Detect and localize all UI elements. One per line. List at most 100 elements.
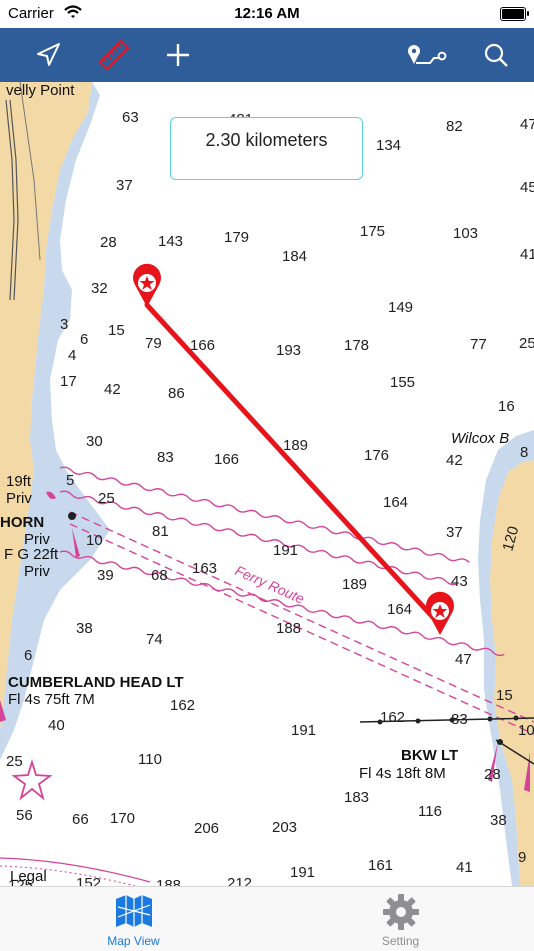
- sounding: 163: [192, 560, 217, 577]
- sounding: 149: [388, 299, 413, 316]
- route-icon: [408, 45, 447, 64]
- sounding: 25: [6, 753, 23, 770]
- cumberland-light-label: Fl 4s 75ft 7M: [8, 691, 95, 708]
- sounding: 143: [158, 233, 183, 250]
- sounding: 191: [290, 864, 315, 881]
- ruler-button[interactable]: [92, 28, 136, 82]
- sounding: 5: [66, 472, 74, 489]
- start-marker-icon: [133, 263, 161, 307]
- sounding: 8: [520, 444, 528, 461]
- tab-map-view[interactable]: Map View: [0, 887, 267, 951]
- sounding: 47: [520, 116, 534, 133]
- add-icon: [167, 44, 189, 66]
- sounding: 191: [273, 542, 298, 559]
- navigate-icon: [37, 43, 60, 66]
- sounding: 212: [227, 875, 252, 886]
- sounding: 116: [418, 803, 442, 820]
- sounding: 15: [108, 322, 125, 339]
- sounding: 37: [116, 177, 133, 194]
- sounding: 152: [76, 875, 101, 886]
- nautical-chart-map[interactable]: 63 481 82 47 134 37 45 28 143 179 175 10…: [0, 82, 534, 886]
- sounding: 162: [380, 709, 405, 726]
- sounding: 164: [383, 494, 408, 511]
- sounding: 189: [283, 437, 308, 454]
- sounding: 10: [518, 722, 534, 739]
- distance-readout: 2.30 kilometers: [170, 117, 363, 180]
- gear-icon: [382, 894, 419, 930]
- horn-label: HORN: [0, 514, 44, 531]
- priv3-label: Priv: [24, 563, 50, 580]
- sounding: 56: [16, 807, 33, 824]
- sounding: 86: [168, 385, 185, 402]
- priv1-height-label: 19ft: [6, 473, 32, 490]
- sounding: 203: [272, 819, 297, 836]
- cumberland-label: CUMBERLAND HEAD LT: [8, 674, 184, 691]
- top-toolbar: [0, 28, 534, 82]
- tab-setting[interactable]: Setting: [267, 887, 534, 951]
- sounding: 16: [498, 398, 515, 415]
- sounding: 38: [76, 620, 93, 637]
- sounding: 43: [451, 573, 468, 590]
- sounding: 164: [387, 601, 412, 618]
- sounding: 3: [60, 316, 68, 333]
- sounding: 41: [456, 859, 473, 876]
- search-button[interactable]: [474, 28, 518, 82]
- sounding: 191: [291, 722, 316, 739]
- sounding: 25: [519, 335, 534, 352]
- sounding: 103: [453, 225, 478, 242]
- map-icon: [115, 895, 152, 927]
- sounding: 30: [86, 433, 103, 450]
- sounding: 10: [86, 532, 103, 549]
- sounding: 45: [520, 179, 534, 196]
- sounding: 188: [156, 877, 181, 886]
- add-button[interactable]: [156, 28, 200, 82]
- ruler-icon: [98, 39, 130, 71]
- sounding: 178: [344, 337, 369, 354]
- sounding: 176: [364, 447, 389, 464]
- sounding: 161: [368, 857, 393, 874]
- sounding: 9: [518, 849, 526, 866]
- sounding: 47: [455, 651, 472, 668]
- sounding: 155: [390, 374, 415, 391]
- sounding: 40: [48, 717, 65, 734]
- sounding: 63: [122, 109, 139, 126]
- sounding: 17: [60, 373, 77, 390]
- navigate-button[interactable]: [26, 28, 70, 82]
- tab-setting-label: Setting: [381, 934, 420, 948]
- bkw-label: BKW LT: [401, 747, 458, 764]
- sounding: 83: [451, 711, 468, 728]
- sounding: 162: [170, 697, 195, 714]
- sounding: 179: [224, 229, 249, 246]
- chart-canvas: 63 481 82 47 134 37 45 28 143 179 175 10…: [0, 82, 534, 886]
- sounding: 41: [520, 246, 534, 263]
- battery-icon: [500, 7, 529, 21]
- sounding: 189: [342, 576, 367, 593]
- sounding: 66: [72, 811, 89, 828]
- sounding: 81: [152, 523, 169, 540]
- sounding: 32: [91, 280, 108, 297]
- sounding: 166: [190, 337, 215, 354]
- legal-label: Legal: [10, 868, 47, 885]
- status-bar: Carrier 12:16 AM: [0, 0, 534, 28]
- sounding: 68: [151, 567, 168, 584]
- sounding: 175: [360, 223, 385, 240]
- sounding: 188: [276, 620, 301, 637]
- sounding: 4: [68, 347, 76, 364]
- sounding: 39: [97, 567, 114, 584]
- route-button[interactable]: [404, 28, 450, 82]
- sounding: 15: [496, 687, 513, 704]
- tab-map-view-label: Map View: [107, 934, 160, 948]
- search-icon: [484, 43, 508, 67]
- sounding: 38: [490, 812, 507, 829]
- wilcox-label: Wilcox B: [451, 430, 509, 447]
- tab-bar: Map View Setting: [0, 886, 534, 951]
- fg-label: F G 22ft: [4, 546, 59, 563]
- sounding: 77: [470, 336, 487, 353]
- point-label: velly Point: [6, 82, 75, 99]
- end-marker-icon: [426, 591, 454, 635]
- sounding: 166: [214, 451, 239, 468]
- sounding: 83: [157, 449, 174, 466]
- bkw-light-label: Fl 4s 18ft 8M: [359, 765, 446, 782]
- sounding: 42: [104, 381, 121, 398]
- sounding: 193: [276, 342, 301, 359]
